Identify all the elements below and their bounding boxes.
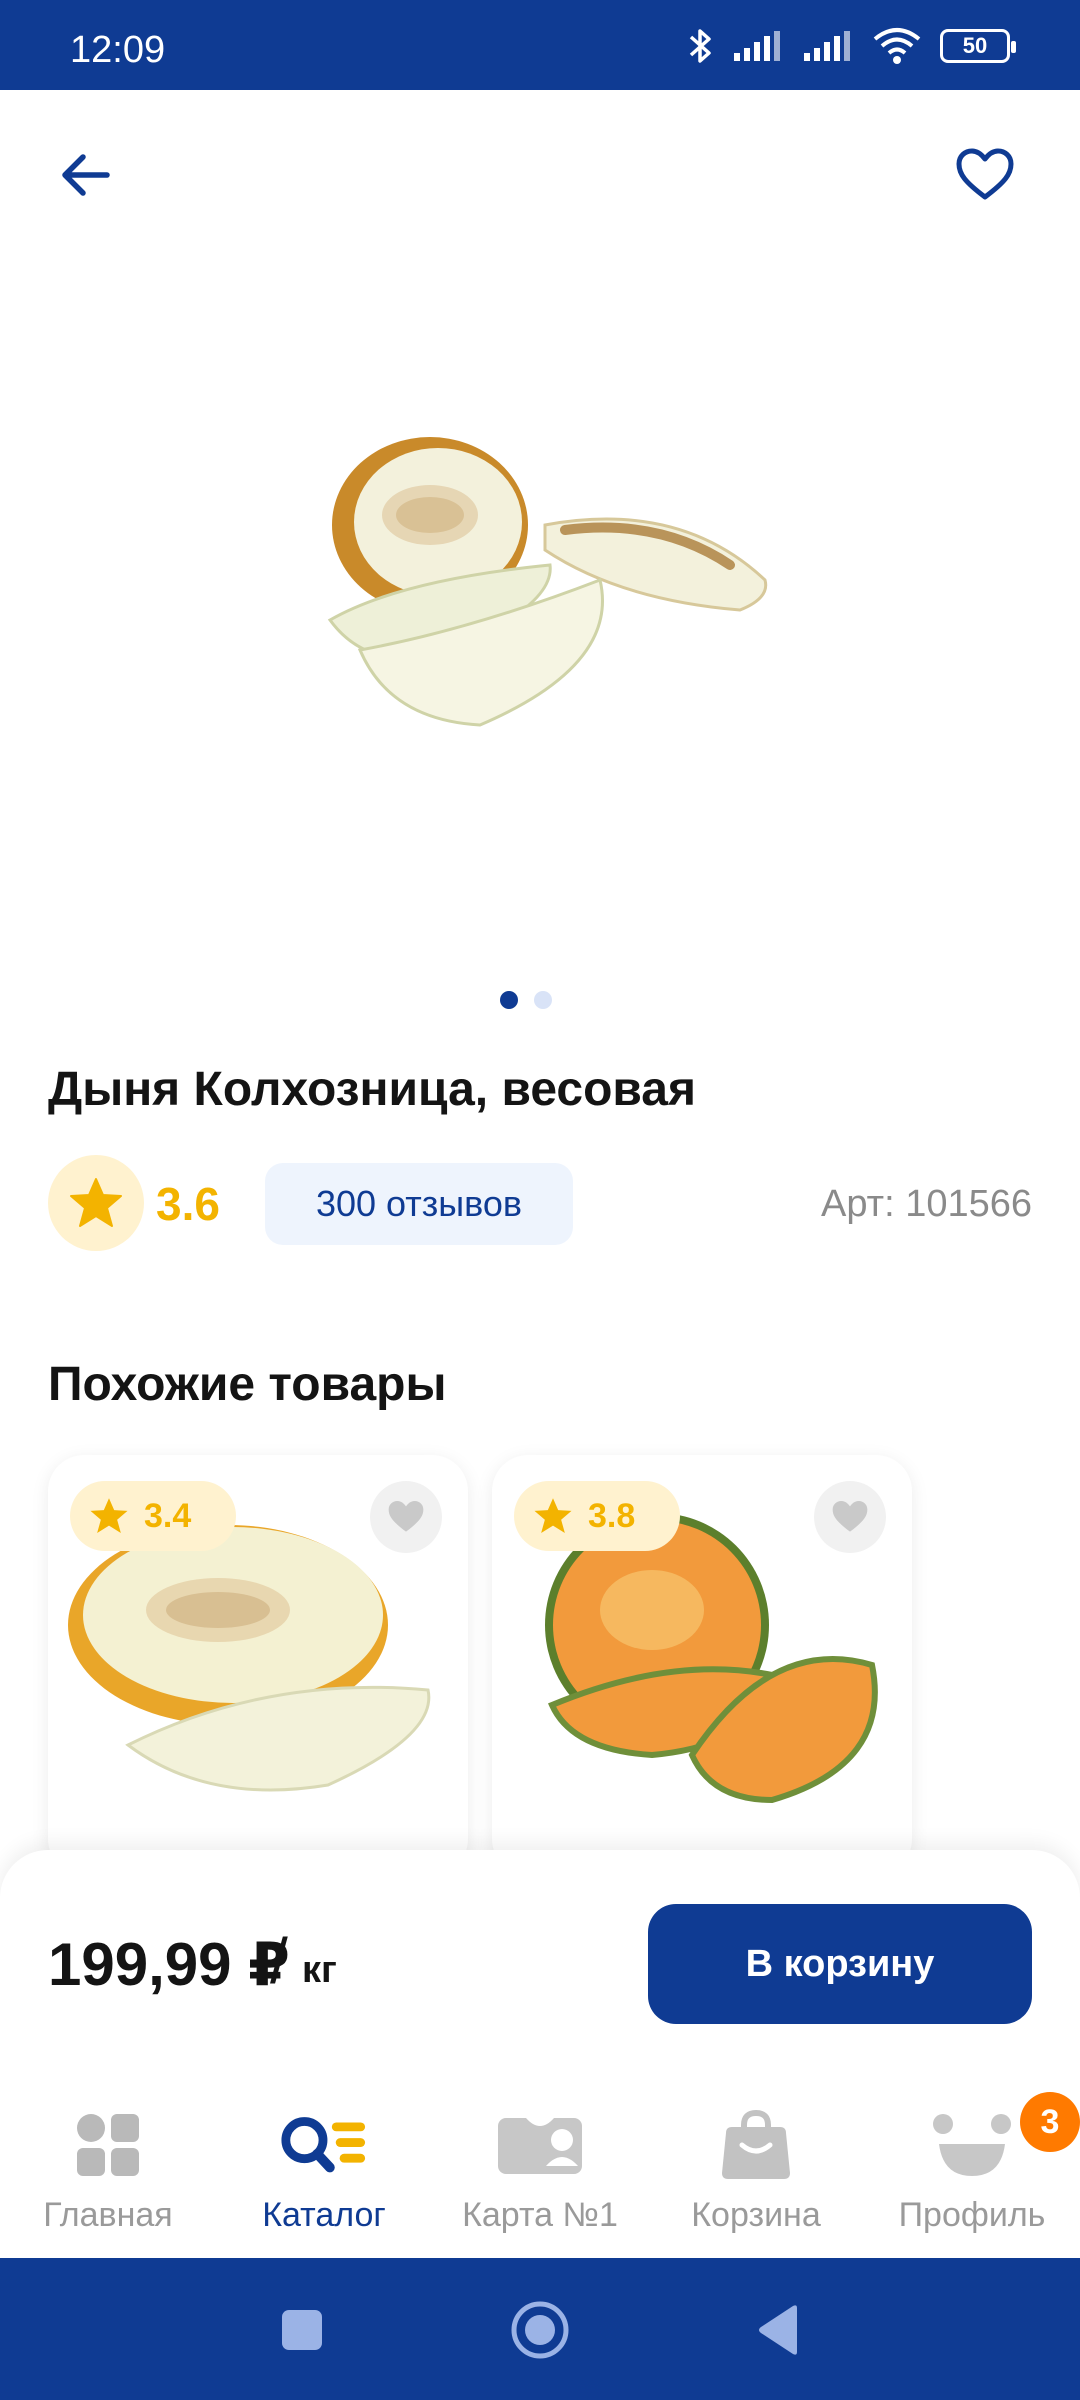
signal-icon [734, 31, 780, 61]
price-unit: кг [302, 1949, 337, 1991]
tab-cart[interactable]: Корзина [648, 2100, 864, 2250]
wifi-icon [873, 28, 921, 64]
tab-label: Профиль [898, 2196, 1046, 2234]
heart-outline-icon [956, 148, 1014, 200]
arrow-left-icon [62, 154, 110, 196]
tab-label: Карта №1 [462, 2196, 618, 2234]
pager-dot[interactable] [534, 991, 552, 1009]
triangle-back-icon [759, 2305, 797, 2355]
back-button[interactable] [40, 130, 130, 220]
home-button[interactable] [504, 2294, 576, 2366]
sku-text: Арт: 101566 [821, 1183, 1032, 1225]
favorite-button[interactable] [935, 130, 1035, 220]
loyalty-card-icon [495, 2100, 585, 2190]
card-rating: 3.8 [514, 1481, 680, 1551]
tab-label: Каталог [262, 2196, 386, 2234]
similar-products-title: Похожие товары [48, 1358, 447, 1411]
square-icon [282, 2310, 322, 2350]
battery-icon: 50 [940, 29, 1016, 63]
card-favorite-button[interactable] [370, 1481, 442, 1553]
image-pager [500, 990, 580, 1010]
card-rating-value: 3.8 [588, 1496, 636, 1535]
product-image[interactable] [300, 430, 800, 790]
product-thumbnail [68, 1525, 431, 1792]
circle-icon [511, 2301, 569, 2359]
signal-icon [804, 31, 850, 61]
heart-icon [832, 1501, 868, 1532]
star-icon [70, 1178, 122, 1227]
card-rating: 3.4 [70, 1481, 236, 1551]
add-to-cart-button[interactable]: В корзину [648, 1904, 1032, 2024]
back-nav-button[interactable] [742, 2294, 814, 2366]
tab-label: Главная [43, 2196, 173, 2234]
tab-card[interactable]: Карта №1 [432, 2100, 648, 2250]
rating-badge [48, 1155, 144, 1251]
price: 199,99 ₽ [48, 1931, 290, 1998]
bluetooth-icon [689, 29, 711, 63]
similar-product-card[interactable]: 3.8 [492, 1455, 912, 1875]
star-icon [534, 1498, 572, 1534]
card-favorite-button[interactable] [814, 1481, 886, 1553]
recent-apps-button[interactable] [266, 2294, 338, 2366]
shopping-bag-icon [711, 2100, 801, 2190]
tab-label: Корзина [691, 2196, 821, 2234]
heart-icon [388, 1501, 424, 1532]
price-separator: / [270, 1925, 288, 1997]
status-time: 12:09 [70, 29, 166, 71]
product-thumbnail [545, 1515, 878, 1804]
similar-product-card[interactable]: 3.4 [48, 1455, 468, 1875]
card-rating-value: 3.4 [144, 1496, 192, 1535]
tab-catalog[interactable]: Каталог [216, 2100, 432, 2250]
rating-value: 3.6 [156, 1178, 220, 1230]
reviews-button[interactable]: 300 отзывов [265, 1163, 573, 1245]
home-grid-icon [63, 2100, 153, 2190]
star-icon [90, 1498, 128, 1534]
tab-home[interactable]: Главная [0, 2100, 216, 2250]
status-icons: 50 [688, 26, 1016, 66]
product-title: Дыня Колхозница, весовая [48, 1063, 696, 1116]
catalog-search-icon [279, 2100, 369, 2190]
profile-notification-badge: 3 [1020, 2092, 1080, 2152]
profile-face-icon [927, 2100, 1017, 2190]
pager-dot-active[interactable] [500, 991, 518, 1009]
